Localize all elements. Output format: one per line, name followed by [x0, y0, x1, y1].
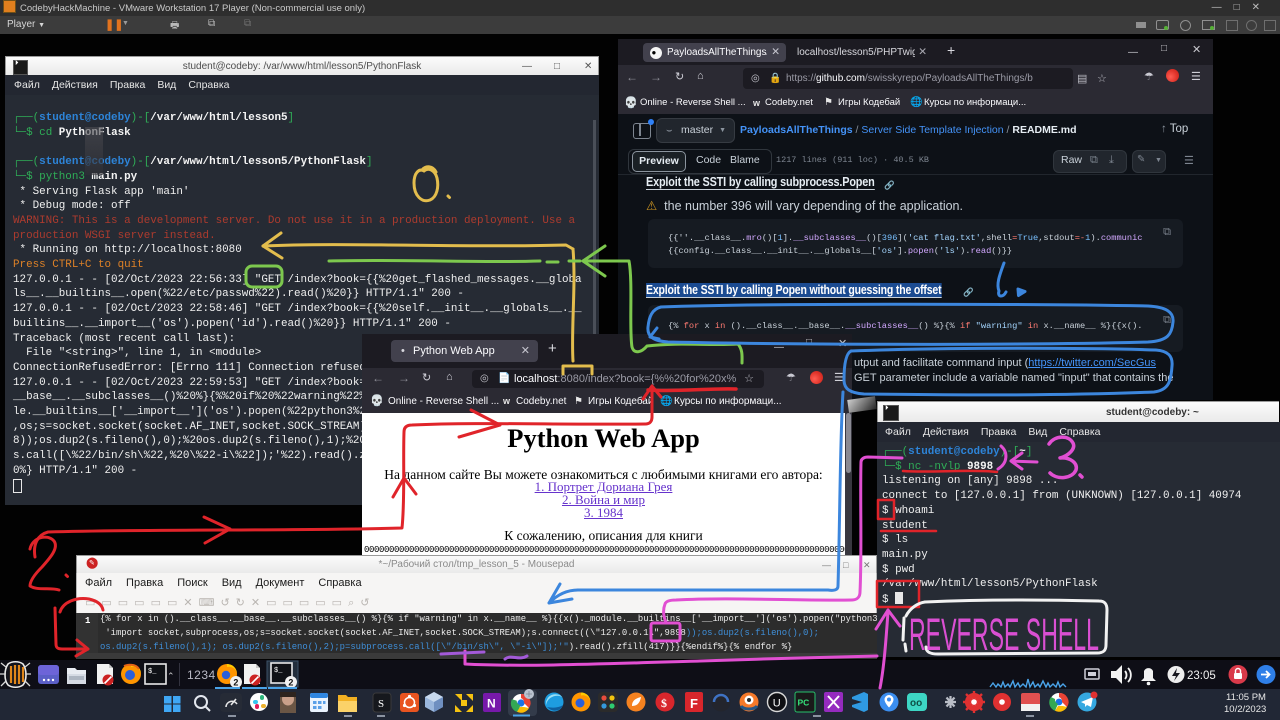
svg-text:N: N — [487, 697, 496, 711]
svg-text:2: 2 — [288, 678, 293, 688]
svg-text:PC: PC — [798, 698, 810, 708]
svg-text:F: F — [690, 696, 698, 711]
svg-text:⌃: ⌃ — [167, 671, 175, 681]
svg-text:REVERSE SHELL: REVERSE SHELL — [909, 609, 1099, 660]
svg-text:$_: $_ — [148, 668, 157, 676]
svg-text:$: $ — [661, 696, 667, 710]
svg-text:U: U — [773, 698, 781, 710]
svg-text:oo: oo — [910, 698, 922, 709]
svg-text:$_: $_ — [274, 667, 283, 675]
svg-text:S: S — [378, 698, 384, 710]
svg-text:11:05 PM: 11:05 PM — [1226, 692, 1266, 703]
svg-text:10/2/2023: 10/2/2023 — [1224, 704, 1266, 715]
svg-text:2: 2 — [233, 678, 238, 688]
svg-text:1234: 1234 — [187, 668, 216, 682]
svg-text:23:05: 23:05 — [1187, 670, 1216, 682]
